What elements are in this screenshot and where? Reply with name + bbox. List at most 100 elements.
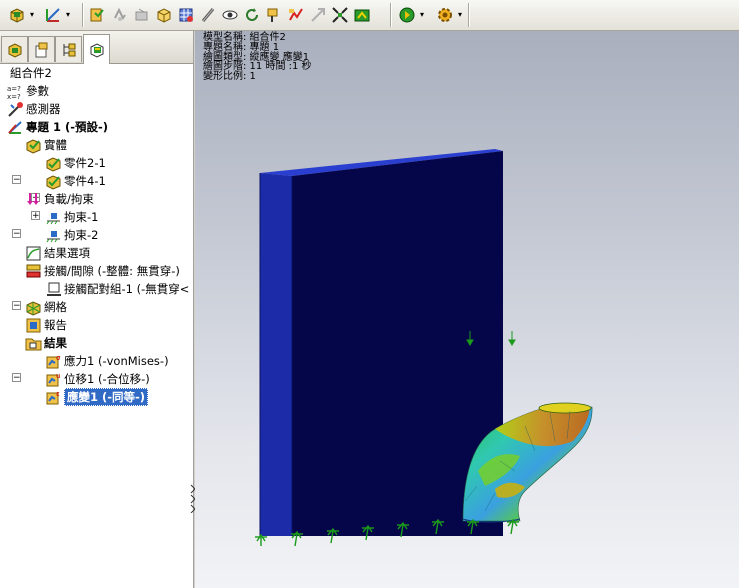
model-viewport[interactable]: [195, 31, 739, 588]
part-check-icon: [45, 155, 62, 172]
feature-manager-panel: 組合件2 a=?x=? 參數 感測器 專題 1 (-預設-) − 實體 + 零件…: [0, 31, 196, 588]
triad-icon: [46, 7, 60, 22]
dropdown-icon[interactable]: ▾: [418, 10, 426, 19]
mesh-icon: [25, 299, 42, 316]
toolbar-separator: [82, 3, 84, 27]
expand-button[interactable]: [329, 4, 351, 26]
solid-body-icon: [25, 137, 42, 154]
tree-item-report[interactable]: 報告: [25, 316, 67, 334]
svg-text:a=?: a=?: [7, 85, 21, 93]
tree-item-stress[interactable]: σ 應力1 (-vonMises-): [45, 352, 169, 370]
report-icon: [25, 317, 42, 334]
collapse-contact-toggle[interactable]: −: [12, 301, 21, 311]
gray-tool-button[interactable]: [109, 4, 131, 26]
tree-item-part4[interactable]: 零件4-1: [45, 172, 106, 190]
results-folder-icon: [25, 335, 42, 352]
tree-item-fixture-2[interactable]: 拘束-2: [45, 226, 98, 244]
tree-item-strain[interactable]: ε 應變1 (-同等-): [45, 388, 149, 406]
view-eye-button[interactable]: [219, 4, 241, 26]
collapse-results-toggle[interactable]: −: [12, 373, 21, 383]
plate-edge-face: [260, 173, 292, 536]
simulation-toolbar-group: [87, 3, 373, 26]
tab-property-manager[interactable]: [28, 36, 55, 62]
panel-tabs: [0, 31, 193, 64]
tab-configuration[interactable]: [55, 36, 82, 62]
top-toolbar: ▾ ▾ ▾ ▾: [0, 0, 739, 31]
compare-button[interactable]: [285, 4, 307, 26]
probe-icon: [201, 7, 215, 22]
displacement-plot-icon: u: [45, 371, 62, 388]
toolbar-separator: [468, 3, 470, 27]
refresh-button[interactable]: [241, 4, 263, 26]
load-arrows-icon: [25, 191, 42, 208]
tree-item-parameters[interactable]: a=? x=? 參數: [7, 82, 49, 100]
export-button[interactable]: [351, 4, 373, 26]
compare-icon: [289, 7, 303, 20]
fixture-symbol[interactable]: [255, 533, 267, 546]
tree-item-results[interactable]: 結果: [25, 334, 67, 352]
gray-arrow-button[interactable]: [307, 4, 329, 26]
tree-item-fixture-1[interactable]: 拘束-1: [45, 208, 98, 226]
tab-feature-tree[interactable]: [1, 36, 28, 62]
tree-item-sensors[interactable]: 感測器: [7, 100, 61, 118]
tree-item-study[interactable]: 專題 1 (-預設-): [7, 118, 108, 136]
strain-plot-icon: ε: [45, 389, 62, 406]
probe-button[interactable]: [197, 4, 219, 26]
animate-button[interactable]: [396, 4, 418, 26]
tree-item-contact[interactable]: 接觸/間隙 (-整體: 無貫穿-): [25, 262, 180, 280]
fixture-symbol[interactable]: [507, 518, 519, 535]
pipe-opening: [538, 402, 592, 414]
triad-button[interactable]: [42, 4, 64, 26]
eye-icon: [222, 10, 238, 19]
animation-toolbar-group: ▾ ▾: [396, 3, 464, 26]
svg-text:x=?: x=?: [7, 93, 21, 100]
parameters-icon: a=? x=?: [7, 83, 24, 100]
tree-item-mesh[interactable]: 網格: [25, 298, 67, 316]
dropdown-icon[interactable]: ▾: [64, 10, 72, 19]
animate-icon: [399, 7, 415, 22]
svg-text:u: u: [56, 372, 60, 380]
plot-icon: [90, 8, 104, 21]
result-options-icon: [25, 245, 42, 262]
mesh-icon: [179, 8, 193, 22]
feature-tree-icon: [8, 42, 21, 58]
cube-button[interactable]: [153, 4, 175, 26]
load-arrow[interactable]: [508, 331, 516, 346]
collapse-loads-toggle[interactable]: −: [12, 229, 21, 239]
fixture-icon: [45, 209, 62, 226]
plot-button[interactable]: [87, 4, 109, 26]
study-icon: [7, 119, 24, 136]
gray-tool-icon: [135, 8, 148, 20]
gray-arrow-icon: [311, 7, 325, 22]
gray-tool-button[interactable]: [131, 4, 153, 26]
simulation-icon: [90, 42, 103, 58]
svg-text:σ: σ: [56, 354, 61, 362]
tree-item-solid-bodies[interactable]: 實體: [25, 136, 67, 154]
tree-item-loads-fixtures[interactable]: 負載/拘束: [25, 190, 94, 208]
fixture-icon: [45, 227, 62, 244]
settings-button[interactable]: [434, 4, 456, 26]
tree-item-assembly[interactable]: 組合件2: [2, 64, 52, 82]
expand-part4-toggle[interactable]: +: [31, 211, 40, 221]
pin-button[interactable]: [263, 4, 285, 26]
part-check-icon: [45, 173, 62, 190]
configuration-icon: [63, 43, 75, 56]
fixture-symbol[interactable]: [291, 530, 303, 547]
part-icon: [10, 7, 24, 23]
tree-item-part2[interactable]: 零件2-1: [45, 154, 106, 172]
contact-icon: [25, 263, 42, 280]
gray-tool-icon: [114, 7, 126, 21]
collapse-solid-toggle[interactable]: −: [12, 175, 21, 185]
tab-simulation[interactable]: [83, 34, 110, 64]
view-toolbar-group: ▾ ▾: [6, 3, 72, 26]
tree-item-result-options[interactable]: 結果選項: [25, 244, 90, 262]
tree-item-contact-set[interactable]: 接觸配對組-1 (-無貫穿<: [45, 280, 189, 298]
dropdown-icon[interactable]: ▾: [456, 10, 464, 19]
graphics-area[interactable]: 模型名稱: 組合件2 專題名稱: 專題 1 繪圖類型: 縱應變 應變1 繪圖步階…: [195, 31, 739, 588]
contact-set-icon: [45, 281, 62, 298]
part-view-button[interactable]: [6, 4, 28, 26]
dropdown-icon[interactable]: ▾: [28, 10, 36, 19]
mesh-button[interactable]: [175, 4, 197, 26]
property-icon: [35, 42, 47, 57]
tree-item-displacement[interactable]: u 位移1 (-合位移-): [45, 370, 150, 388]
